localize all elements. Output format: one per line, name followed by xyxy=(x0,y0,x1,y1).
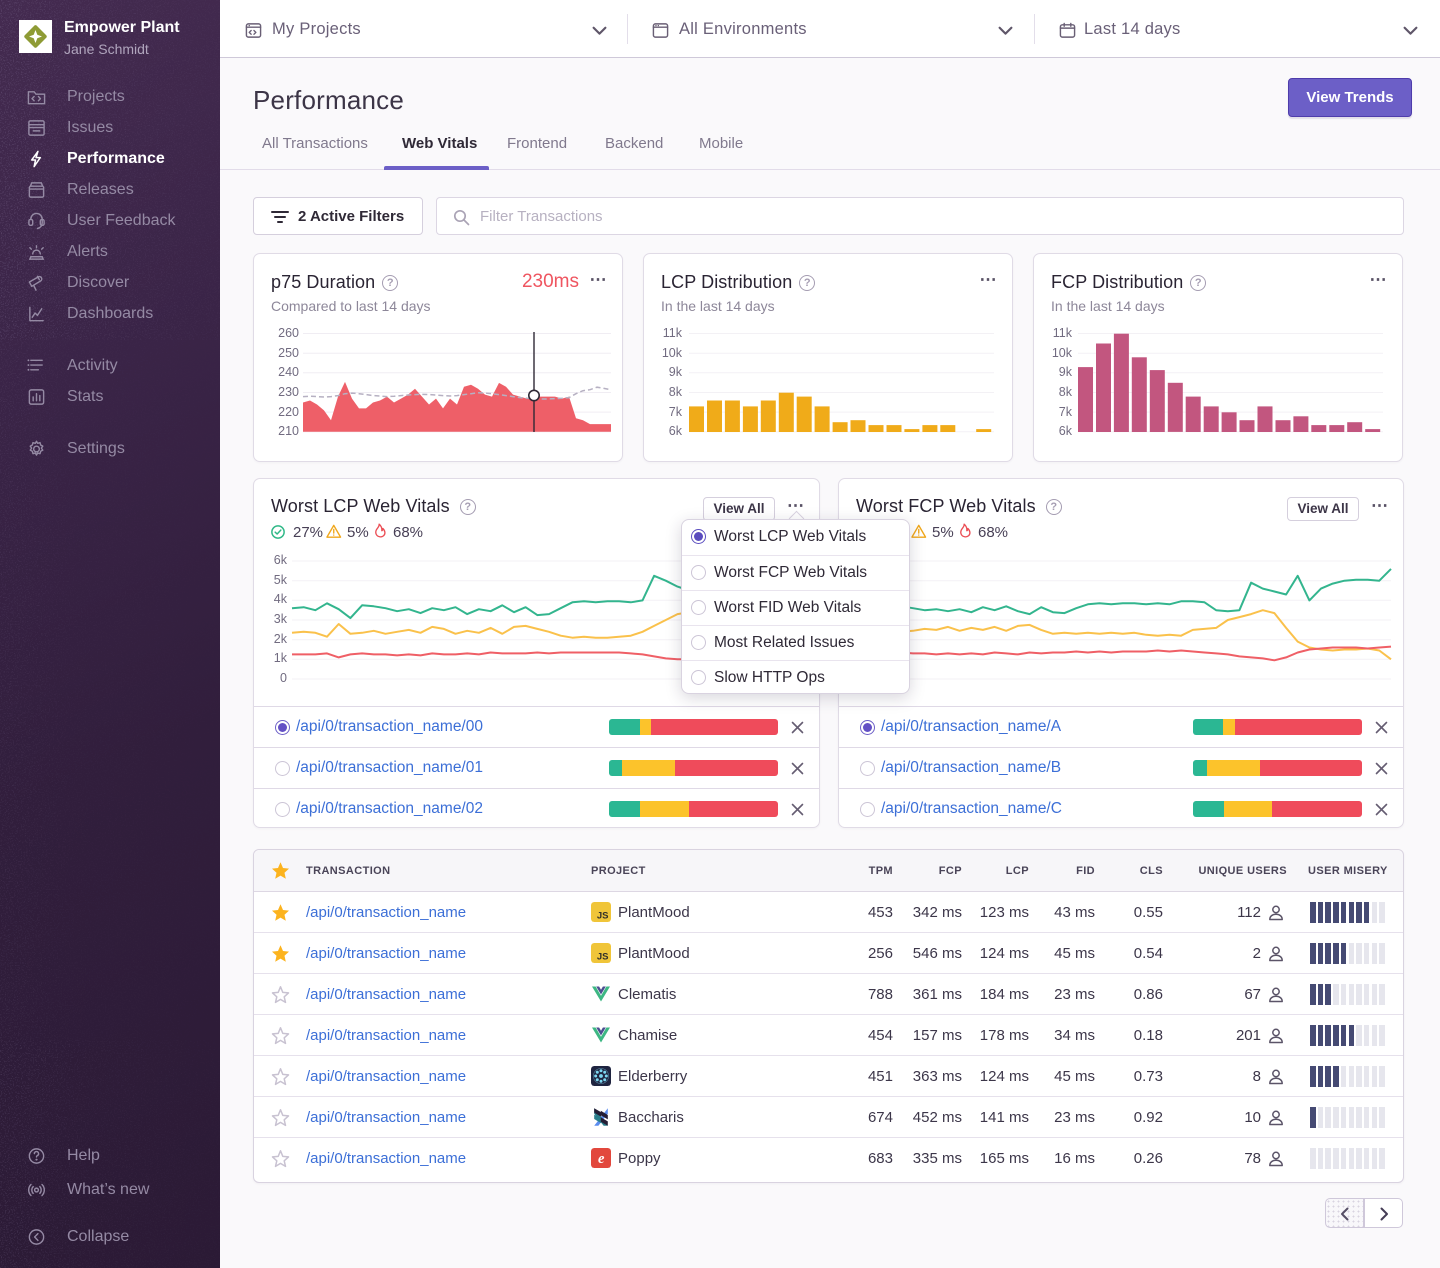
svg-text:e: e xyxy=(598,1151,605,1167)
svg-text:JS: JS xyxy=(597,952,609,963)
svg-text:JS: JS xyxy=(597,911,609,922)
